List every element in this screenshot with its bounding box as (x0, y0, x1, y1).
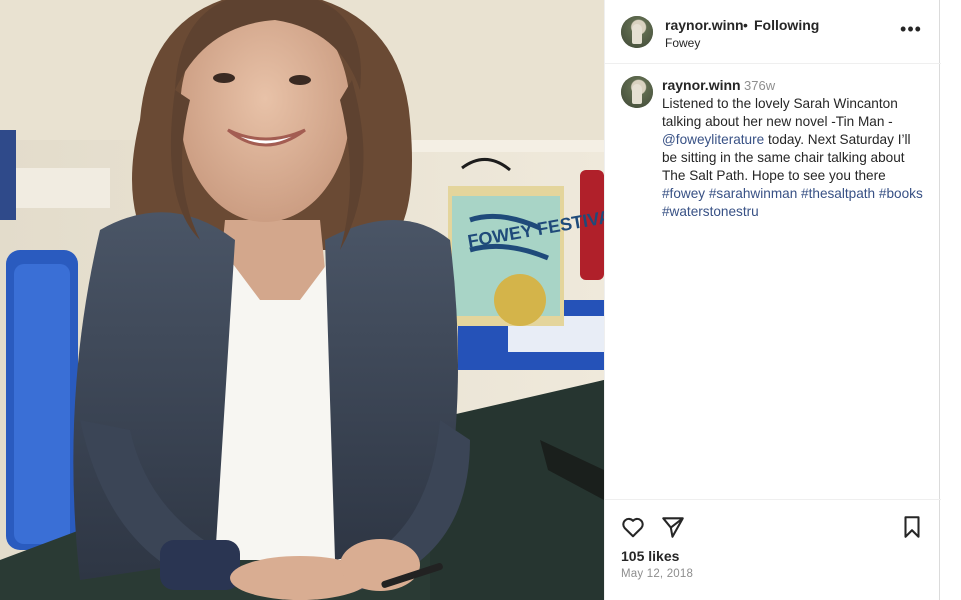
caption-author-avatar[interactable] (621, 76, 653, 108)
hashtag-link[interactable]: #books (879, 186, 923, 201)
post-date[interactable]: May 12, 2018 (621, 568, 693, 580)
paper-plane-icon[interactable] (660, 514, 686, 540)
more-horizontal-icon[interactable]: ••• (899, 20, 923, 42)
caption-time-ago[interactable]: 376w (744, 78, 775, 93)
post-details-panel: raynor.winn • Following Fowey ••• raynor… (604, 0, 941, 600)
post-photo[interactable]: FOWEY FESTIVAL (0, 0, 604, 600)
caption-username[interactable]: raynor.winn (662, 77, 741, 93)
caption-text: Listened to the lovely Sarah Wincanton t… (662, 95, 926, 221)
post-location[interactable]: Fowey (665, 36, 700, 50)
author-avatar[interactable] (621, 16, 653, 48)
caption-text-segment: Listened to the lovely Sarah Wincanton t… (662, 96, 898, 129)
likes-count[interactable]: 105 likes (621, 548, 679, 564)
bookmark-icon[interactable] (899, 514, 925, 540)
hashtag-link[interactable]: #thesaltpath (801, 186, 875, 201)
author-username[interactable]: raynor.winn (665, 17, 744, 33)
separator-dot: • (743, 17, 748, 33)
hashtag-link[interactable]: #waterstonestru (662, 204, 759, 219)
hashtag-link[interactable]: #fowey (662, 186, 705, 201)
post-photo-illustration: FOWEY FESTIVAL (0, 0, 604, 600)
mention-link[interactable]: @foweyliterature (662, 132, 764, 147)
follow-status-button[interactable]: Following (754, 17, 819, 33)
heart-icon[interactable] (620, 514, 646, 540)
post-header: raynor.winn • Following Fowey ••• (605, 0, 941, 64)
hashtag-link[interactable]: #sarahwinman (709, 186, 797, 201)
